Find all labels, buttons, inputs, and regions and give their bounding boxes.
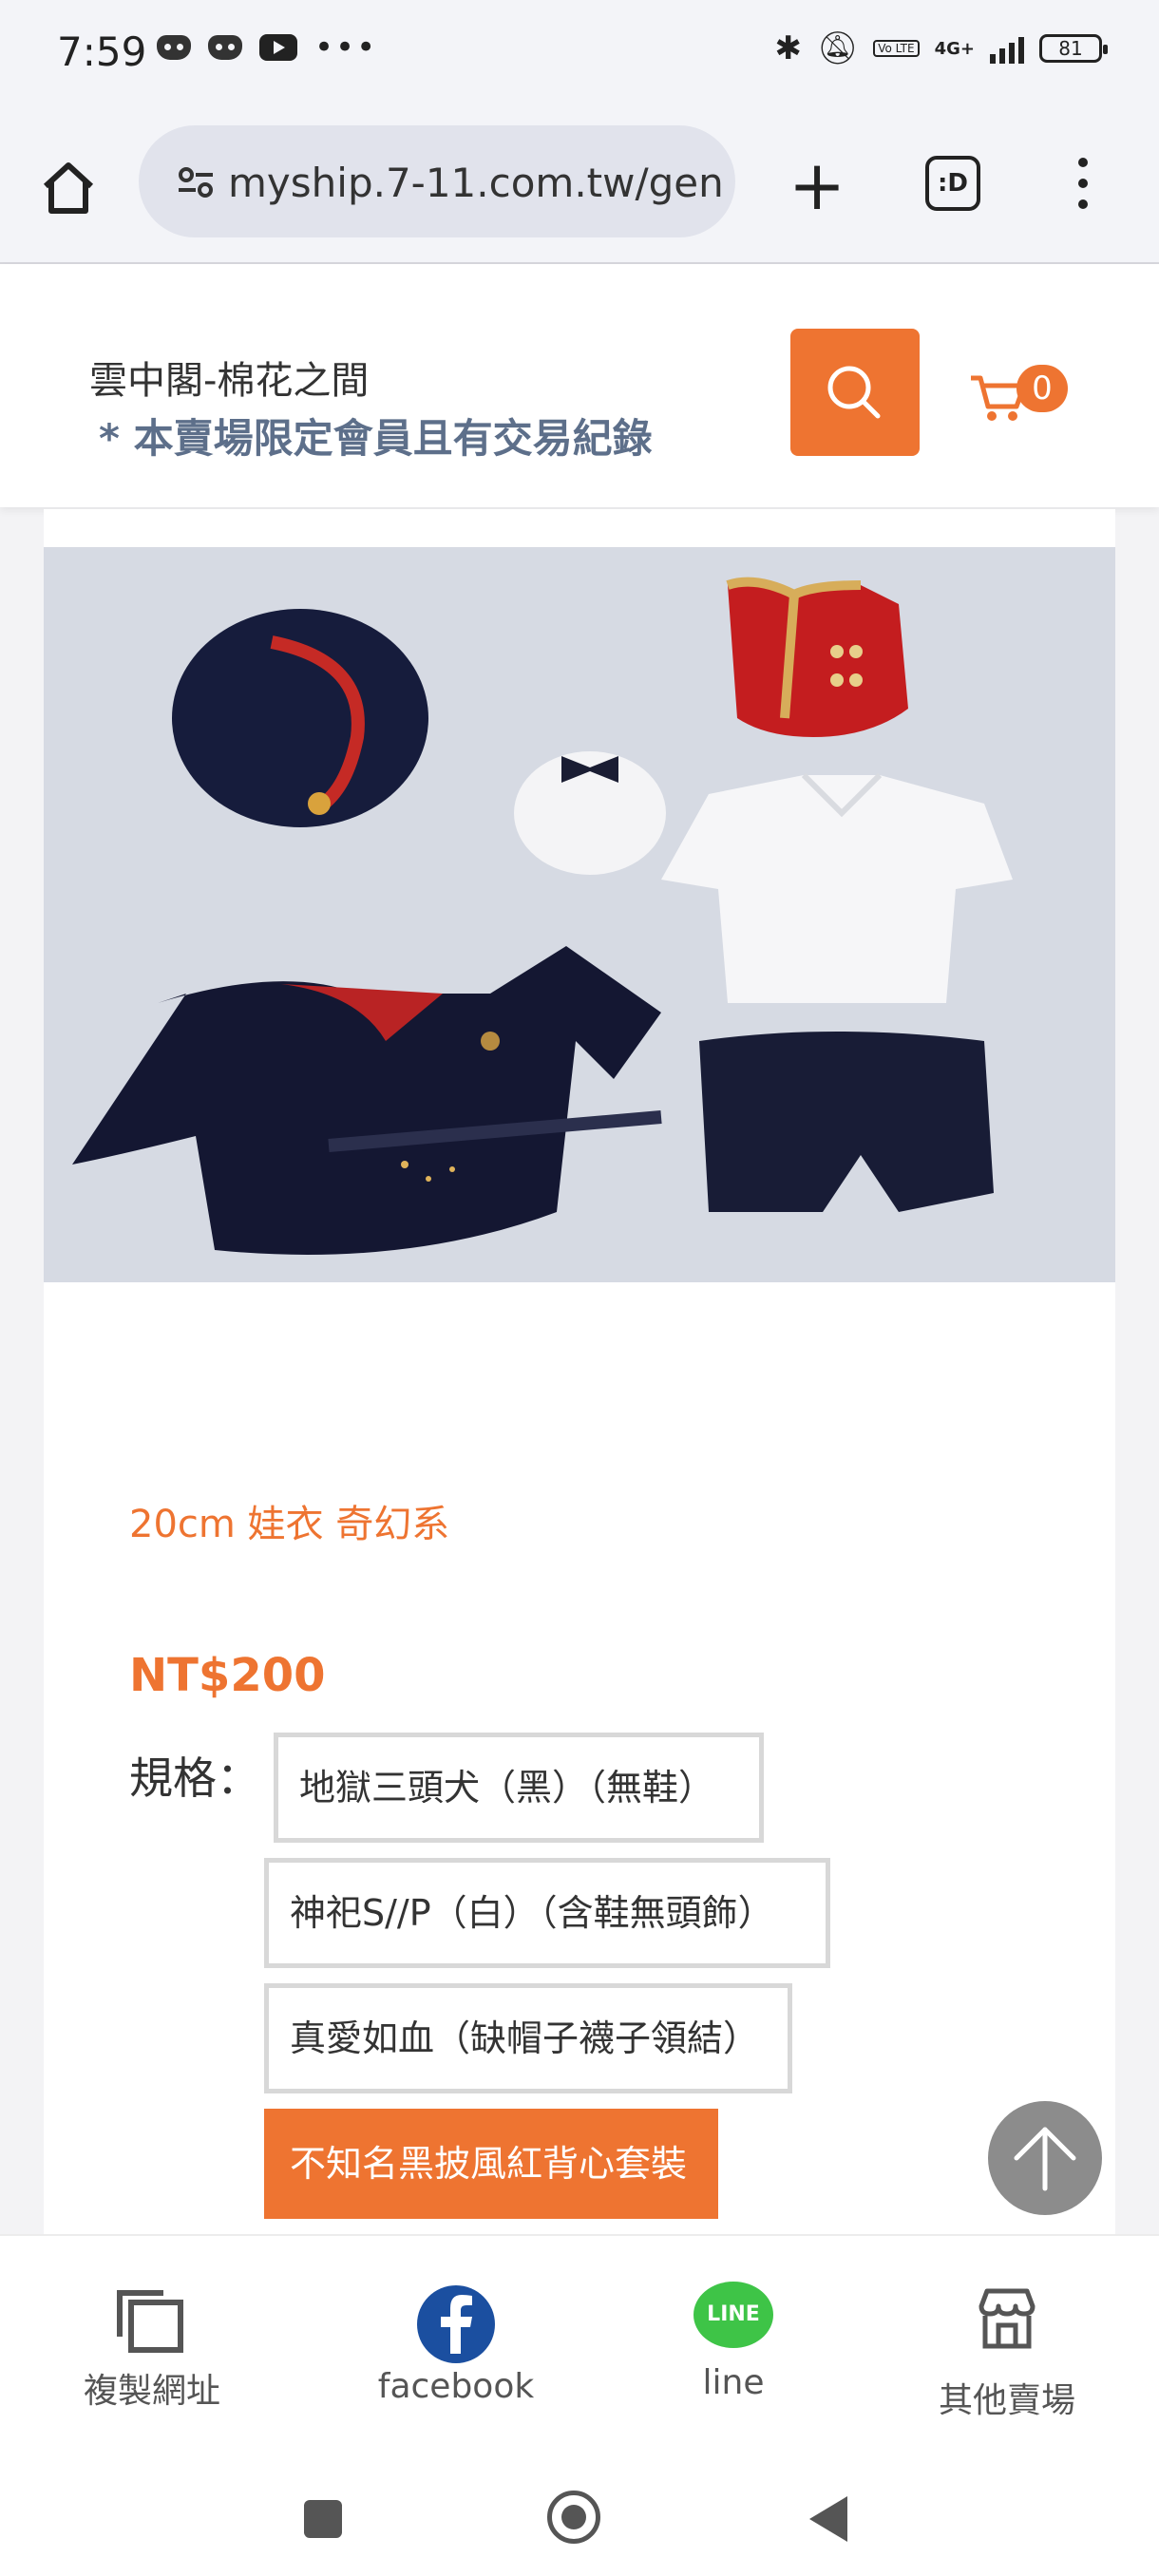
volte-icon: Vo LTE [873, 40, 920, 57]
search-button[interactable] [790, 329, 920, 456]
share-bar: 複製網址 facebook LINE line 其他賣場 [0, 2234, 1159, 2460]
network-type: 4G+ [934, 38, 975, 59]
system-nav-bar [0, 2458, 1159, 2576]
store-icon [978, 2288, 1036, 2349]
notification-icons: ••• [157, 28, 378, 66]
system-icons: ✱ 🔕︎ Vo LTE 4G+ 81 [774, 29, 1108, 67]
bell-muted-icon: 🔕︎ [817, 29, 859, 67]
other-shops-label: 其他賣場 [938, 2381, 1075, 2420]
shop-notice: * 本賣場限定會員且有交易紀錄 [99, 415, 653, 462]
spec-option[interactable]: 神祀S//P（白）（含鞋無頭飾） [264, 1858, 830, 1968]
spec-option[interactable]: 地獄三頭犬（黑）（無鞋） [274, 1733, 764, 1843]
shop-name[interactable]: 雲中閣-棉花之間 [89, 350, 369, 405]
facebook-label: facebook [377, 2367, 535, 2406]
cart-count-badge: 0 [1016, 365, 1068, 412]
doll-clothes-photo [44, 547, 1115, 1282]
site-header: 雲中閣-棉花之間 * 本賣場限定會員且有交易紀錄 [0, 264, 1159, 507]
copy-url-label: 複製網址 [83, 2372, 220, 2411]
home-icon [43, 162, 94, 214]
youtube-icon [259, 34, 297, 61]
line-label: line [702, 2363, 765, 2402]
spec-option-selected[interactable]: 不知名黑披風紅背心套裝 [264, 2109, 718, 2219]
product-price: NT$200 [129, 1649, 326, 1702]
search-icon [827, 366, 881, 419]
signal-icon [990, 33, 1024, 64]
arrow-up-icon [1014, 2127, 1076, 2191]
battery-icon: 81 [1039, 34, 1108, 63]
bluetooth-icon: ✱ [774, 29, 803, 67]
game-controller-icon [157, 35, 191, 60]
more-vert-icon [1078, 158, 1088, 167]
status-bar: 7:59 ••• ✱ 🔕︎ Vo LTE 4G+ 81 [0, 0, 1159, 114]
address-bar[interactable]: myship.7-11.com.tw/gen [139, 125, 735, 237]
line-share-button[interactable]: LINE line [591, 2236, 876, 2460]
copy-icon [117, 2290, 183, 2353]
recents-button[interactable] [304, 2500, 342, 2538]
home-button[interactable] [32, 152, 104, 224]
browser-toolbar: myship.7-11.com.tw/gen + :D [0, 114, 1159, 264]
spec-option[interactable]: 真愛如血（缺帽子襪子領結） [264, 1983, 792, 2093]
plus-icon: + [788, 145, 846, 225]
url-text[interactable]: myship.7-11.com.tw/gen [228, 160, 724, 206]
status-time: 7:59 [57, 28, 147, 75]
back-button[interactable] [809, 2496, 847, 2542]
other-shops-button[interactable]: 其他賣場 [864, 2236, 1150, 2460]
copy-url-button[interactable]: 複製網址 [10, 2236, 294, 2460]
facebook-share-button[interactable]: facebook [314, 2236, 598, 2460]
more-notifications-icon: ••• [314, 28, 378, 66]
browser-menu-button[interactable] [1074, 158, 1092, 215]
line-icon: LINE [694, 2282, 773, 2348]
product-title: 20cm 娃衣 奇幻系 [129, 1503, 450, 1546]
home-nav-button[interactable] [547, 2491, 600, 2544]
game-controller-icon [208, 35, 242, 60]
spec-label: 規格： [129, 1752, 260, 1804]
site-settings-icon[interactable] [177, 163, 215, 201]
back-to-top-button[interactable] [988, 2101, 1102, 2215]
new-tab-button[interactable]: + [781, 151, 853, 224]
tab-switcher-button[interactable]: :D [925, 156, 980, 211]
facebook-icon [417, 2285, 495, 2363]
product-image[interactable] [44, 547, 1115, 1282]
